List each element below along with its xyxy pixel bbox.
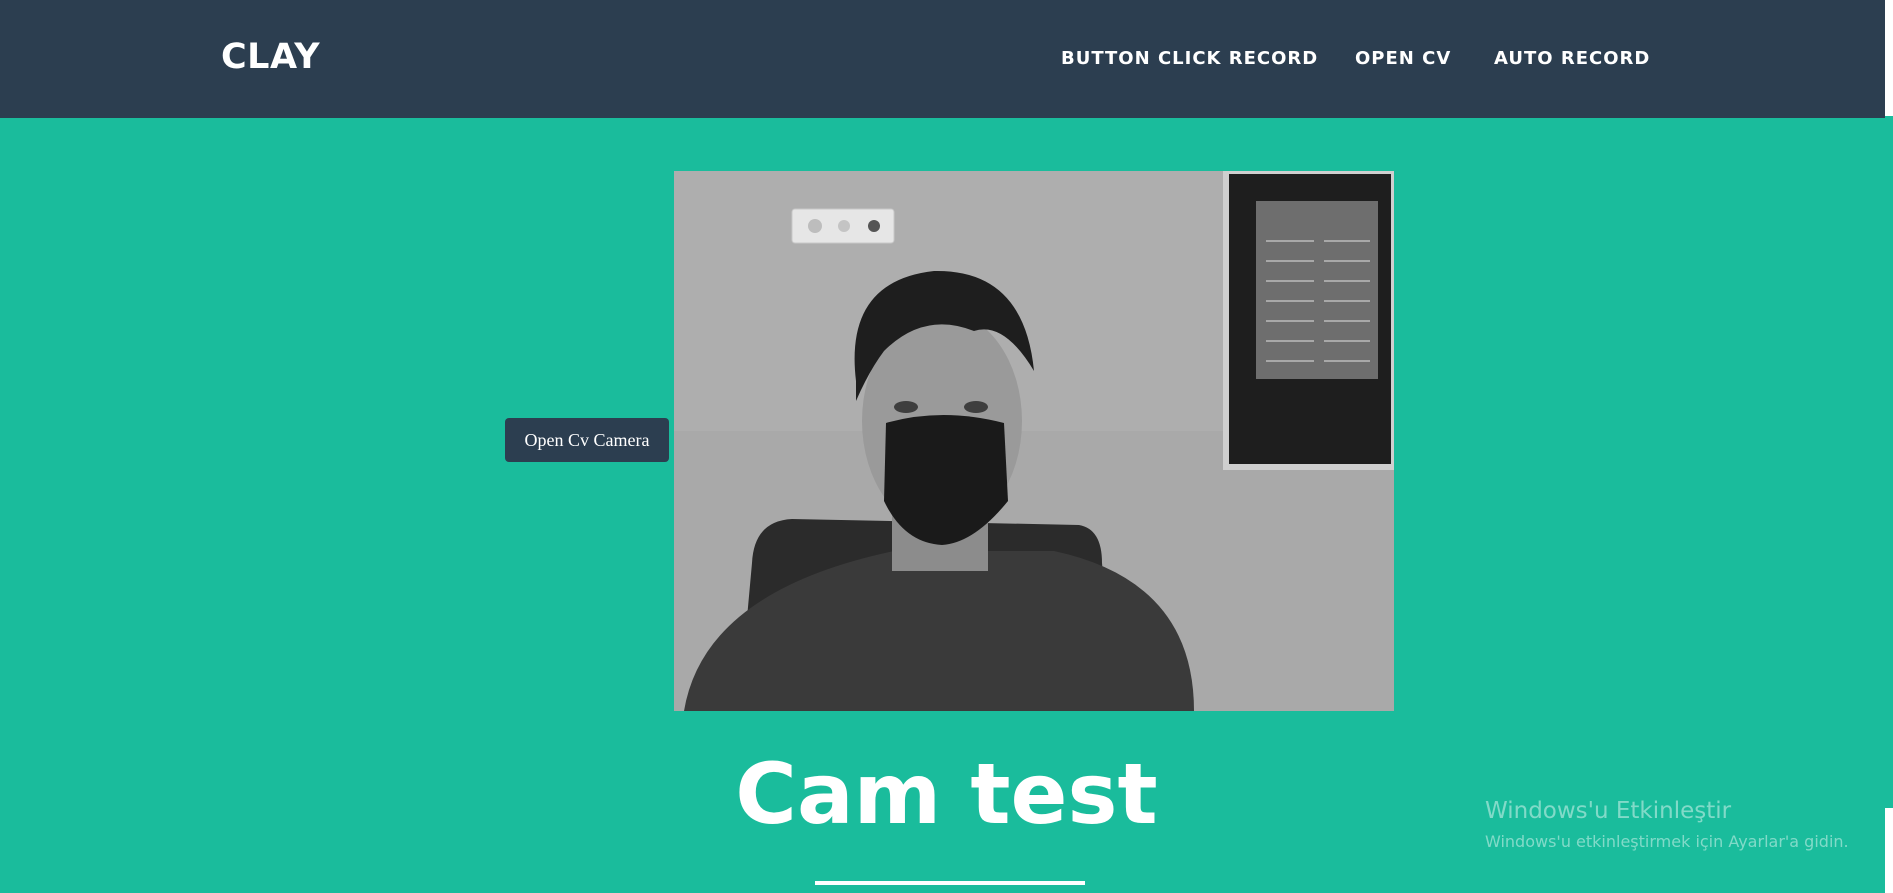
- camera-feed-image: [674, 171, 1394, 711]
- navbar: CLAY BUTTON CLICK RECORD OPEN CV AUTO RE…: [0, 0, 1885, 118]
- watermark-title: Windows'u Etkinleştir: [1485, 798, 1732, 824]
- window-edge: [1885, 0, 1893, 116]
- camera-feed: [674, 171, 1394, 711]
- title-divider: [815, 881, 1085, 885]
- windows-activation-watermark: Windows'u Etkinleştir Windows'u etkinleş…: [1485, 798, 1849, 851]
- nav-link-auto-record[interactable]: AUTO RECORD: [1494, 48, 1650, 69]
- brand-logo[interactable]: CLAY: [221, 37, 320, 77]
- watermark-subtitle: Windows'u etkinleştirmek için Ayarlar'a …: [1485, 832, 1849, 851]
- open-cv-camera-button[interactable]: Open Cv Camera: [505, 418, 669, 462]
- nav-link-open-cv[interactable]: OPEN CV: [1355, 48, 1451, 69]
- nav-link-button-click-record[interactable]: BUTTON CLICK RECORD: [1061, 48, 1318, 69]
- window-edge-bottom: [1885, 808, 1893, 893]
